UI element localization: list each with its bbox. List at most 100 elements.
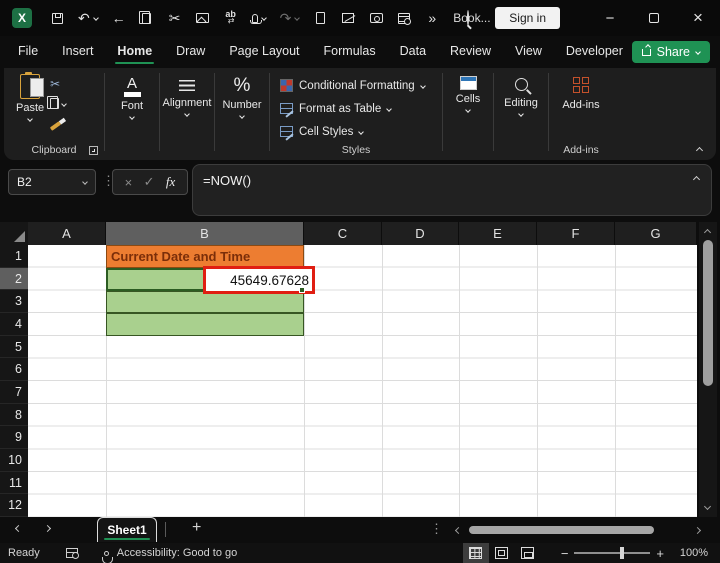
format-as-table-button[interactable]: Format as Table <box>280 97 442 120</box>
row-header-1[interactable]: 1 <box>0 245 28 268</box>
column-header-a[interactable]: A <box>28 222 106 245</box>
page-layout-view-button[interactable] <box>489 543 515 563</box>
tab-home[interactable]: Home <box>105 38 164 66</box>
row-header-8[interactable]: 8 <box>0 404 28 427</box>
format-painter-button[interactable] <box>49 117 66 131</box>
maximize-button[interactable] <box>632 0 676 36</box>
zoom-slider[interactable] <box>574 547 651 559</box>
formula-controls: × ✓ fx <box>112 169 188 195</box>
tab-draw[interactable]: Draw <box>164 38 217 66</box>
zoom-out-button[interactable]: − <box>555 546 575 561</box>
insert-function-button[interactable]: fx <box>166 174 175 190</box>
row-header-6[interactable]: 6 <box>0 358 28 382</box>
tab-formulas[interactable]: Formulas <box>312 38 388 66</box>
paste-icon <box>20 72 45 99</box>
column-header-b[interactable]: B <box>106 222 304 245</box>
cell-B3[interactable] <box>106 291 304 313</box>
row-header-10[interactable]: 10 <box>0 449 28 472</box>
previous-sheet-icon[interactable] <box>14 524 23 533</box>
row-header-12[interactable]: 12 <box>0 494 28 518</box>
tab-scrollbar-splitter[interactable]: ⋮ <box>430 521 443 537</box>
cells-group-button[interactable]: Cells <box>443 68 493 160</box>
number-group-button[interactable]: % Number <box>215 68 269 160</box>
cell-B4[interactable] <box>106 313 304 336</box>
tab-file[interactable]: File <box>6 38 50 66</box>
clipboard-dialog-launcher[interactable] <box>89 146 98 155</box>
row-header-11[interactable]: 11 <box>0 472 28 495</box>
scroll-right-icon[interactable] <box>693 526 702 534</box>
select-all-corner[interactable] <box>0 222 28 245</box>
font-group-button[interactable]: A Font <box>105 68 159 160</box>
collapse-ribbon-chevron[interactable] <box>695 146 704 155</box>
column-header-e[interactable]: E <box>459 222 537 245</box>
collapse-formula-bar-chevron[interactable] <box>692 175 701 184</box>
minimize-button[interactable]: − <box>588 0 632 36</box>
styles-group: Conditional Formatting Format as Table C… <box>270 68 442 160</box>
column-header-f[interactable]: F <box>537 222 615 245</box>
add-ins-button[interactable]: Add-ins Add-ins <box>549 68 613 160</box>
cut-icon[interactable]: ✂ <box>168 10 182 26</box>
copy-icon[interactable] <box>139 10 154 26</box>
row-header-3[interactable]: 3 <box>0 290 28 314</box>
record-macro-icon[interactable] <box>65 548 79 559</box>
zoom-in-button[interactable]: + <box>650 546 670 561</box>
tab-insert[interactable]: Insert <box>50 38 105 66</box>
conditional-formatting-button[interactable]: Conditional Formatting <box>280 74 442 97</box>
new-file-icon[interactable] <box>313 10 327 26</box>
close-button[interactable]: × <box>676 0 720 36</box>
tab-data[interactable]: Data <box>388 38 438 66</box>
scroll-down-icon[interactable] <box>703 502 712 511</box>
enter-icon[interactable]: ✓ <box>144 174 155 190</box>
cut-button[interactable]: ✂ <box>50 77 66 91</box>
column-header-d[interactable]: D <box>382 222 459 245</box>
column-header-c[interactable]: C <box>304 222 382 245</box>
next-sheet-icon[interactable] <box>43 524 52 533</box>
qat-overflow-chevron[interactable]: » <box>425 10 439 26</box>
column-header-g[interactable]: G <box>615 222 697 245</box>
paste-picture-icon[interactable] <box>196 10 210 26</box>
name-box[interactable]: B2 <box>8 169 96 195</box>
new-sheet-button[interactable]: + <box>192 519 201 537</box>
cell-B1[interactable]: Current Date and Time <box>106 245 304 268</box>
sheet-tab-sheet1[interactable]: Sheet1 <box>97 517 157 542</box>
alignment-group-button[interactable]: Alignment <box>160 68 214 160</box>
search-icon[interactable] <box>467 10 470 26</box>
tab-review[interactable]: Review <box>438 38 503 66</box>
cell-styles-button[interactable]: Cell Styles <box>280 120 442 143</box>
sign-in-button[interactable]: Sign in <box>495 7 560 29</box>
tab-page-layout[interactable]: Page Layout <box>217 38 311 66</box>
horizontal-scrollbar-thumb[interactable] <box>469 526 655 534</box>
row-header-4[interactable]: 4 <box>0 313 28 336</box>
scroll-left-icon[interactable] <box>454 526 463 534</box>
scroll-up-icon[interactable] <box>703 228 712 237</box>
formula-input[interactable]: =NOW() <box>192 164 712 216</box>
draw-table-icon[interactable] <box>341 10 355 26</box>
vertical-scrollbar-thumb[interactable] <box>703 240 713 386</box>
touch-mouse-mode-icon[interactable] <box>249 10 267 26</box>
alignment-icon <box>179 80 195 91</box>
editing-group-button[interactable]: Editing <box>494 68 548 160</box>
camera-icon[interactable] <box>369 10 383 26</box>
tab-developer[interactable]: Developer <box>554 38 635 66</box>
save-icon[interactable] <box>50 10 64 26</box>
zoom-level[interactable]: 100% <box>674 547 708 559</box>
fill-handle[interactable] <box>299 287 305 293</box>
back-arrow-icon[interactable]: ← <box>112 10 126 26</box>
vertical-scrollbar[interactable] <box>699 222 717 517</box>
print-preview-icon[interactable] <box>397 10 412 26</box>
row-header-2[interactable]: 2 <box>0 267 28 291</box>
row-header-7[interactable]: 7 <box>0 381 28 404</box>
row-header-9[interactable]: 9 <box>0 426 28 450</box>
page-break-view-button[interactable] <box>515 543 541 563</box>
horizontal-scrollbar[interactable] <box>452 517 704 543</box>
copy-button[interactable] <box>47 96 67 110</box>
normal-view-button[interactable] <box>462 543 489 563</box>
accessibility-status[interactable]: Accessibility: Good to go <box>117 547 237 559</box>
share-button[interactable]: Share <box>631 41 710 63</box>
zoom-slider-handle[interactable] <box>620 547 624 559</box>
find-replace-icon[interactable]: ab ⇄ <box>224 10 238 26</box>
row-header-5[interactable]: 5 <box>0 336 28 359</box>
cancel-icon[interactable]: × <box>125 175 133 190</box>
tab-view[interactable]: View <box>503 38 554 66</box>
undo-icon[interactable]: ↶ <box>78 10 99 26</box>
